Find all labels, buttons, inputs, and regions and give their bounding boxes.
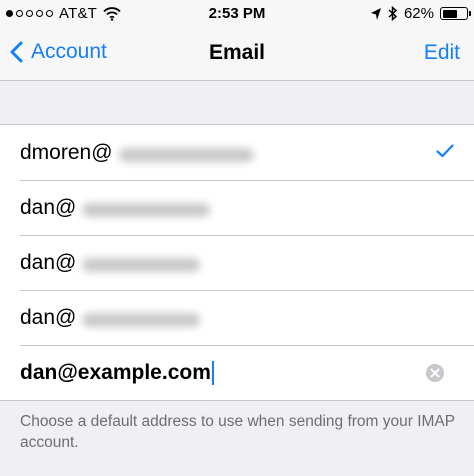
status-bar: AT&T 2:53 PM 62% (0, 0, 474, 28)
status-right: 62% (370, 5, 471, 22)
checkmark-icon (436, 144, 454, 158)
email-address: dan@ (20, 195, 77, 219)
redacted-domain (82, 202, 211, 217)
new-email-row[interactable]: dan@example.com (0, 345, 474, 400)
email-row[interactable]: dan@ (0, 180, 474, 235)
email-list: dmoren@ dan@ dan@ dan@ dan@example.com (0, 124, 474, 401)
navigation-bar: Account Email Edit (0, 28, 474, 81)
email-address: dmoren@ (20, 140, 113, 164)
bluetooth-icon (388, 6, 398, 21)
battery-icon (440, 7, 471, 20)
location-arrow-icon (370, 7, 381, 20)
email-address: dan@ (20, 250, 77, 274)
edit-button[interactable]: Edit (424, 41, 460, 65)
email-text-field[interactable]: dan@example.com (20, 360, 214, 385)
page-title: Email (208, 41, 266, 64)
redacted-domain (82, 257, 201, 272)
email-address: dan@ (20, 305, 77, 329)
battery-percent: 62% (403, 5, 434, 22)
text-cursor (211, 360, 214, 385)
redacted-domain (82, 312, 201, 327)
redacted-domain (118, 147, 254, 162)
battery-level-fill (442, 9, 457, 18)
email-row[interactable]: dan@ (0, 235, 474, 290)
email-row[interactable]: dan@ (0, 290, 474, 345)
footer-note: Choose a default address to use when sen… (20, 413, 455, 451)
email-field-value: dan@example.com (20, 360, 211, 384)
clear-icon[interactable] (426, 364, 444, 382)
email-row[interactable]: dmoren@ (0, 125, 474, 180)
